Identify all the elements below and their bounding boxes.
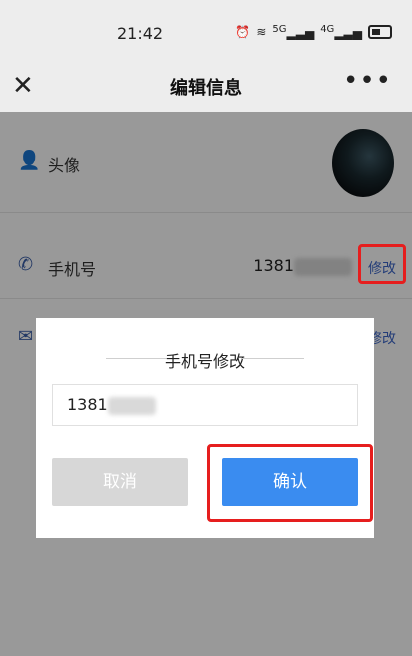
status-bar: 21:42 ⏰ ≋ 5G▂▃▅ 4G▂▃▅ [0, 0, 412, 62]
status-time: 21:42 [117, 24, 164, 43]
signal-4g-icon: 4G▂▃▅ [320, 24, 362, 40]
highlight-confirm [207, 444, 373, 522]
highlight-phone-edit [358, 244, 406, 284]
dialog-title: 手机号修改 [164, 352, 245, 371]
phone-input[interactable]: 1381 [52, 384, 358, 426]
system-icons: ⏰ ≋ 5G▂▃▅ 4G▂▃▅ [235, 24, 392, 40]
battery-icon [368, 25, 392, 39]
title-line-right [242, 358, 304, 359]
signal-5g-icon: 5G▂▃▅ [272, 24, 315, 40]
masked-digits [107, 396, 156, 415]
more-options-icon[interactable]: ••• [343, 66, 392, 96]
cancel-button[interactable]: 取消 [52, 458, 188, 506]
alarm-icon: ⏰ [235, 25, 251, 39]
wifi-icon: ≋ [256, 25, 267, 39]
nav-bar: ✕ 编辑信息 ••• [0, 62, 412, 112]
